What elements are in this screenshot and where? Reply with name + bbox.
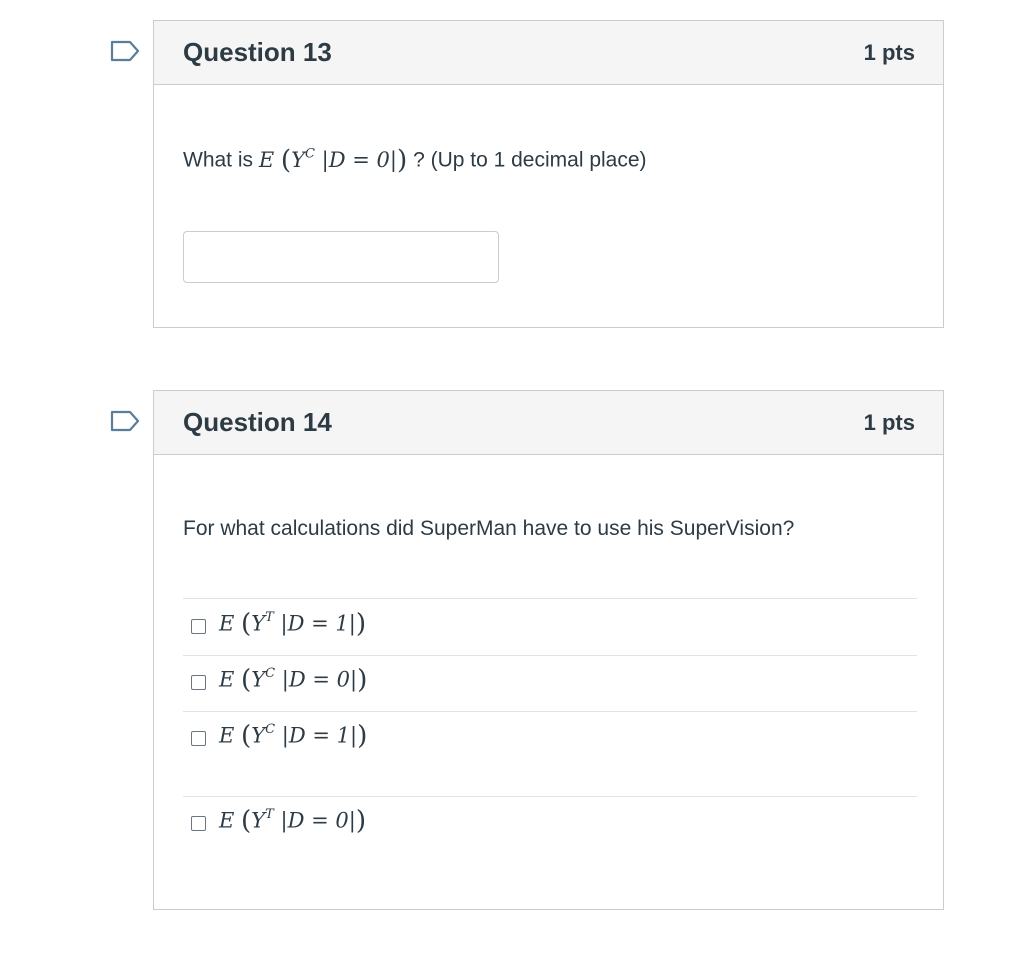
prompt-prefix: What is: [183, 148, 254, 172]
answer-input[interactable]: [183, 231, 499, 283]
option-label[interactable]: E (YT |D = 1|): [219, 609, 366, 639]
bookmark-flag-icon[interactable]: [110, 40, 140, 62]
question-13-card: Question 13 1 pts What is E (YC |D = 0|)…: [153, 20, 944, 328]
checkbox[interactable]: [191, 816, 206, 831]
question-header: Question 13 1 pts: [154, 21, 943, 85]
option-label[interactable]: E (YC |D = 1|): [219, 721, 367, 751]
option-label[interactable]: E (YT |D = 0|): [219, 806, 366, 836]
answer-option[interactable]: E (YT |D = 1|): [183, 598, 917, 655]
bookmark-flag-icon[interactable]: [110, 410, 140, 432]
answer-option[interactable]: E (YC |D = 1|): [183, 711, 917, 796]
prompt-formula: E (YC |D = 0|): [258, 145, 408, 175]
answer-option[interactable]: E (YC |D = 0|): [183, 655, 917, 711]
question-prompt: For what calculations did SuperMan have …: [183, 517, 795, 540]
question-title: Question 14: [183, 407, 332, 437]
answer-options: E (YT |D = 1|) E (YC |D = 0|) E (YC |D =…: [183, 598, 917, 852]
checkbox[interactable]: [191, 731, 206, 746]
question-prompt: What is E (YC |D = 0|) ? (Up to 1 decima…: [183, 145, 647, 175]
prompt-suffix: ? (Up to 1 decimal place): [413, 148, 647, 172]
answer-option[interactable]: E (YT |D = 0|): [183, 796, 917, 852]
question-14-card: Question 14 1 pts For what calculations …: [153, 390, 944, 910]
question-header: Question 14 1 pts: [154, 391, 943, 455]
checkbox[interactable]: [191, 619, 206, 634]
question-points: 1 pts: [863, 410, 915, 435]
quiz-page: Question 13 1 pts What is E (YC |D = 0|)…: [0, 0, 1024, 958]
question-points: 1 pts: [863, 40, 915, 65]
option-label[interactable]: E (YC |D = 0|): [219, 665, 367, 695]
question-title: Question 13: [183, 37, 332, 67]
checkbox[interactable]: [191, 675, 206, 690]
